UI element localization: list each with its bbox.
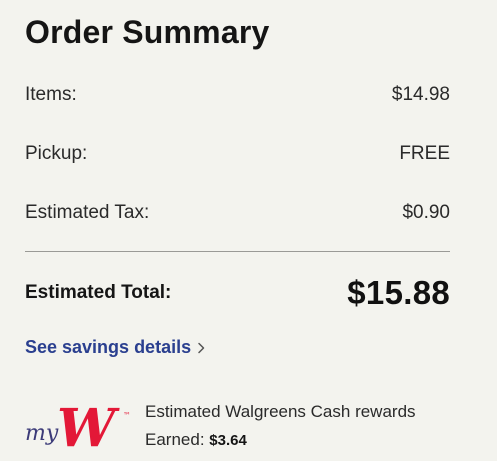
total-value: $15.88: [347, 274, 450, 311]
rewards-text: Estimated Walgreens Cash rewards Earned:…: [145, 398, 416, 455]
items-row: Items: $14.98: [25, 80, 450, 110]
pickup-value: FREE: [399, 143, 450, 164]
items-value: $14.98: [391, 84, 450, 105]
rewards-description: Estimated Walgreens Cash rewards: [145, 402, 416, 421]
chevron-right-icon: [197, 342, 205, 354]
earned-amount: $3.64: [209, 432, 247, 449]
mywalgreens-logo: my W ™: [25, 398, 135, 459]
logo-my-text: my: [25, 421, 59, 446]
logo-trademark: ™: [123, 411, 131, 420]
tax-row: Estimated Tax: $0.90: [25, 198, 450, 228]
tax-label: Estimated Tax:: [25, 202, 150, 223]
tax-value: $0.90: [402, 202, 450, 223]
savings-link-label: See savings details: [25, 337, 192, 357]
earned-label: Earned:: [145, 430, 205, 449]
pickup-row: Pickup: FREE: [25, 139, 450, 169]
rewards-earned-line: Earned: $3.64: [145, 426, 416, 455]
order-summary-title: Order Summary: [25, 14, 270, 50]
total-label: Estimated Total:: [25, 282, 172, 303]
logo-w-text: W: [57, 404, 120, 456]
rewards-section: my W ™ Estimated Walgreens Cash rewards …: [25, 396, 450, 459]
items-label: Items:: [25, 84, 77, 105]
pickup-label: Pickup:: [25, 143, 88, 164]
total-row: Estimated Total: $15.88: [25, 273, 450, 313]
see-savings-details-link[interactable]: See savings details: [25, 337, 205, 358]
summary-divider: [25, 251, 450, 252]
